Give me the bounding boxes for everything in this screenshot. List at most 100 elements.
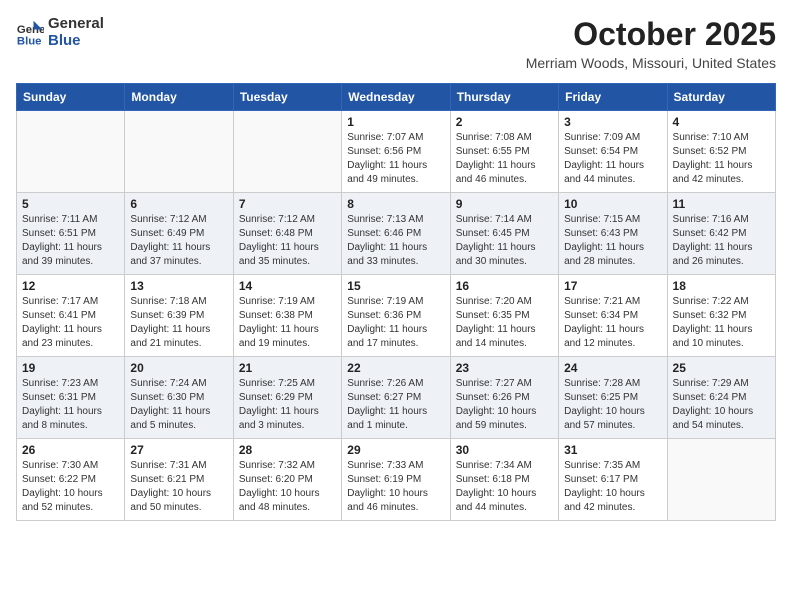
day-info: Sunrise: 7:20 AM Sunset: 6:35 PM Dayligh… (456, 295, 553, 351)
logo-general-text: General (48, 16, 104, 33)
day-number: 16 (456, 279, 553, 293)
table-row: 29 Sunrise: 7:33 AM Sunset: 6:19 PM Dayli… (342, 439, 450, 521)
day-info: Sunrise: 7:29 AM Sunset: 6:24 PM Dayligh… (673, 377, 770, 433)
table-row: 20 Sunrise: 7:24 AM Sunset: 6:30 PM Dayli… (125, 357, 233, 439)
table-row: 30 Sunrise: 7:34 AM Sunset: 6:18 PM Dayli… (450, 439, 558, 521)
svg-text:Blue: Blue (17, 35, 42, 47)
location-subtitle: Merriam Woods, Missouri, United States (526, 55, 776, 71)
day-info: Sunrise: 7:21 AM Sunset: 6:34 PM Dayligh… (564, 295, 661, 351)
day-number: 11 (673, 197, 770, 211)
day-info: Sunrise: 7:11 AM Sunset: 6:51 PM Dayligh… (22, 213, 119, 269)
table-row (233, 111, 341, 193)
table-row: 18Sunrise: 7:22 AM Sunset: 6:32 PM Dayli… (667, 275, 775, 357)
day-info: Sunrise: 7:07 AM Sunset: 6:56 PM Dayligh… (347, 131, 444, 187)
day-info: Sunrise: 7:33 AM Sunset: 6:19 PM Dayligh… (347, 459, 444, 515)
table-row (125, 111, 233, 193)
table-row: 21 Sunrise: 7:25 AM Sunset: 6:29 PM Dayli… (233, 357, 341, 439)
day-number: 1 (347, 115, 444, 129)
day-number: 22 (347, 361, 444, 375)
day-number: 4 (673, 115, 770, 129)
calendar-week-row: 19Sunrise: 7:23 AM Sunset: 6:31 PM Dayli… (17, 357, 776, 439)
table-row: 22Sunrise: 7:26 AM Sunset: 6:27 PM Dayli… (342, 357, 450, 439)
page-header: General Blue General Blue October 2025 M… (16, 16, 776, 71)
day-number: 23 (456, 361, 553, 375)
table-row: 4 Sunrise: 7:10 AM Sunset: 6:52 PM Daylig… (667, 111, 775, 193)
day-number: 9 (456, 197, 553, 211)
day-number: 10 (564, 197, 661, 211)
day-number: 30 (456, 443, 553, 457)
day-info: Sunrise: 7:27 AM Sunset: 6:26 PM Dayligh… (456, 377, 553, 433)
table-row: 27Sunrise: 7:31 AM Sunset: 6:21 PM Dayli… (125, 439, 233, 521)
day-info: Sunrise: 7:23 AM Sunset: 6:31 PM Dayligh… (22, 377, 119, 433)
day-number: 31 (564, 443, 661, 457)
table-row: 19Sunrise: 7:23 AM Sunset: 6:31 PM Dayli… (17, 357, 125, 439)
day-number: 25 (673, 361, 770, 375)
header-friday: Friday (559, 84, 667, 111)
header-wednesday: Wednesday (342, 84, 450, 111)
day-info: Sunrise: 7:12 AM Sunset: 6:48 PM Dayligh… (239, 213, 336, 269)
day-info: Sunrise: 7:17 AM Sunset: 6:41 PM Dayligh… (22, 295, 119, 351)
day-number: 20 (130, 361, 227, 375)
day-info: Sunrise: 7:10 AM Sunset: 6:52 PM Dayligh… (673, 131, 770, 187)
logo-icon: General Blue (16, 19, 44, 47)
day-number: 3 (564, 115, 661, 129)
table-row: 17 Sunrise: 7:21 AM Sunset: 6:34 PM Dayli… (559, 275, 667, 357)
table-row: 10 Sunrise: 7:15 AM Sunset: 6:43 PM Dayli… (559, 193, 667, 275)
svg-text:General: General (17, 24, 44, 36)
logo: General Blue General Blue (16, 16, 104, 49)
table-row: 3 Sunrise: 7:09 AM Sunset: 6:54 PM Daylig… (559, 111, 667, 193)
day-info: Sunrise: 7:25 AM Sunset: 6:29 PM Dayligh… (239, 377, 336, 433)
table-row: 5 Sunrise: 7:11 AM Sunset: 6:51 PM Daylig… (17, 193, 125, 275)
calendar-week-row: 5 Sunrise: 7:11 AM Sunset: 6:51 PM Daylig… (17, 193, 776, 275)
day-number: 24 (564, 361, 661, 375)
day-number: 15 (347, 279, 444, 293)
day-info: Sunrise: 7:15 AM Sunset: 6:43 PM Dayligh… (564, 213, 661, 269)
table-row: 12Sunrise: 7:17 AM Sunset: 6:41 PM Dayli… (17, 275, 125, 357)
day-info: Sunrise: 7:09 AM Sunset: 6:54 PM Dayligh… (564, 131, 661, 187)
calendar-week-row: 12Sunrise: 7:17 AM Sunset: 6:41 PM Dayli… (17, 275, 776, 357)
day-number: 17 (564, 279, 661, 293)
day-info: Sunrise: 7:13 AM Sunset: 6:46 PM Dayligh… (347, 213, 444, 269)
day-number: 8 (347, 197, 444, 211)
day-number: 18 (673, 279, 770, 293)
day-info: Sunrise: 7:12 AM Sunset: 6:49 PM Dayligh… (130, 213, 227, 269)
day-info: Sunrise: 7:16 AM Sunset: 6:42 PM Dayligh… (673, 213, 770, 269)
table-row: 31 Sunrise: 7:35 AM Sunset: 6:17 PM Dayli… (559, 439, 667, 521)
day-info: Sunrise: 7:19 AM Sunset: 6:36 PM Dayligh… (347, 295, 444, 351)
day-number: 7 (239, 197, 336, 211)
calendar-week-row: 26Sunrise: 7:30 AM Sunset: 6:22 PM Dayli… (17, 439, 776, 521)
day-number: 28 (239, 443, 336, 457)
table-row (667, 439, 775, 521)
month-title: October 2025 (526, 16, 776, 53)
day-number: 27 (130, 443, 227, 457)
table-row: 13Sunrise: 7:18 AM Sunset: 6:39 PM Dayli… (125, 275, 233, 357)
logo-blue-text: Blue (48, 33, 104, 50)
table-row: 11 Sunrise: 7:16 AM Sunset: 6:42 PM Dayli… (667, 193, 775, 275)
day-number: 6 (130, 197, 227, 211)
header-thursday: Thursday (450, 84, 558, 111)
day-info: Sunrise: 7:34 AM Sunset: 6:18 PM Dayligh… (456, 459, 553, 515)
day-number: 13 (130, 279, 227, 293)
header-saturday: Saturday (667, 84, 775, 111)
weekday-header-row: Sunday Monday Tuesday Wednesday Thursday… (17, 84, 776, 111)
table-row: 7 Sunrise: 7:12 AM Sunset: 6:48 PM Daylig… (233, 193, 341, 275)
table-row: 8 Sunrise: 7:13 AM Sunset: 6:46 PM Daylig… (342, 193, 450, 275)
day-number: 21 (239, 361, 336, 375)
table-row: 1 Sunrise: 7:07 AM Sunset: 6:56 PM Daylig… (342, 111, 450, 193)
day-info: Sunrise: 7:08 AM Sunset: 6:55 PM Dayligh… (456, 131, 553, 187)
title-block: October 2025 Merriam Woods, Missouri, Un… (526, 16, 776, 71)
day-info: Sunrise: 7:32 AM Sunset: 6:20 PM Dayligh… (239, 459, 336, 515)
calendar-week-row: 1 Sunrise: 7:07 AM Sunset: 6:56 PM Daylig… (17, 111, 776, 193)
table-row (17, 111, 125, 193)
day-number: 14 (239, 279, 336, 293)
table-row: 16 Sunrise: 7:20 AM Sunset: 6:35 PM Dayli… (450, 275, 558, 357)
day-info: Sunrise: 7:35 AM Sunset: 6:17 PM Dayligh… (564, 459, 661, 515)
day-number: 29 (347, 443, 444, 457)
table-row: 25 Sunrise: 7:29 AM Sunset: 6:24 PM Dayli… (667, 357, 775, 439)
day-info: Sunrise: 7:30 AM Sunset: 6:22 PM Dayligh… (22, 459, 119, 515)
table-row: 14Sunrise: 7:19 AM Sunset: 6:38 PM Dayli… (233, 275, 341, 357)
day-number: 5 (22, 197, 119, 211)
day-info: Sunrise: 7:24 AM Sunset: 6:30 PM Dayligh… (130, 377, 227, 433)
day-info: Sunrise: 7:28 AM Sunset: 6:25 PM Dayligh… (564, 377, 661, 433)
header-sunday: Sunday (17, 84, 125, 111)
